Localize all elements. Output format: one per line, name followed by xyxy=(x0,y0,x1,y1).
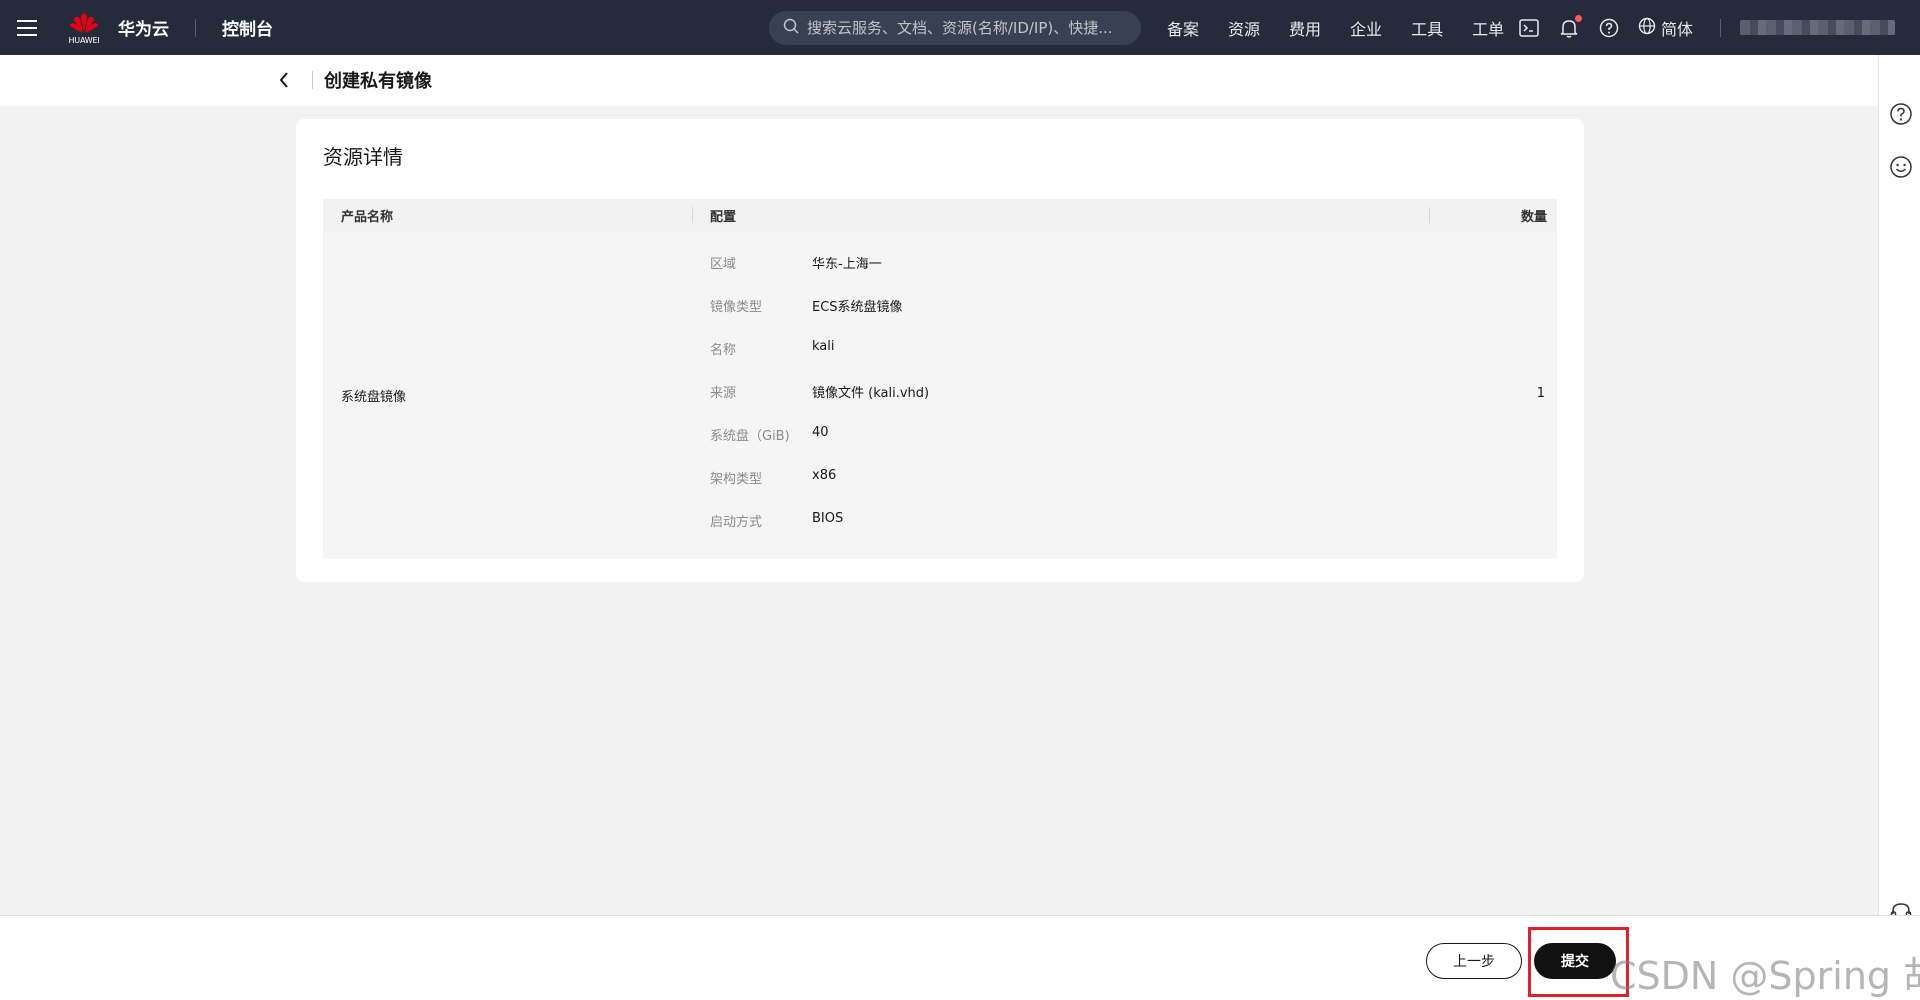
nav-item-enterprise[interactable]: 企业 xyxy=(1350,16,1382,40)
column-divider xyxy=(1429,207,1430,223)
global-search[interactable] xyxy=(769,11,1141,45)
config-item-system-disk: 系统盘（GiB) 40 xyxy=(710,425,929,468)
config-value: ECS系统盘镜像 xyxy=(812,300,903,315)
config-list: 区域 华东-上海一 镜像类型 ECS系统盘镜像 名称 kali 来源 镜像文件 … xyxy=(710,253,929,554)
language-switch[interactable]: 简体 xyxy=(1638,16,1693,40)
nav-item-billing[interactable]: 费用 xyxy=(1289,16,1321,40)
nav-item-filing[interactable]: 备案 xyxy=(1167,16,1199,40)
search-input[interactable] xyxy=(807,19,1127,37)
config-item-source: 来源 镜像文件 (kali.vhd) xyxy=(710,382,929,425)
bell-icon[interactable] xyxy=(1558,14,1582,39)
resource-details-card: 资源详情 产品名称 配置 数量 系统盘镜像 区域 华东-上海一 镜像类型 ECS… xyxy=(296,119,1584,582)
column-header-config: 配置 xyxy=(710,209,737,225)
help-icon[interactable] xyxy=(1598,17,1620,39)
top-nav-menu: 备案 资源 费用 企业 工具 工单 xyxy=(1167,0,1533,55)
menu-icon[interactable] xyxy=(0,0,54,55)
nav-item-tools[interactable]: 工具 xyxy=(1411,16,1443,40)
config-item-region: 区域 华东-上海一 xyxy=(710,253,929,296)
right-tool-rail xyxy=(1878,55,1920,922)
quantity-cell: 1 xyxy=(1536,386,1545,401)
product-name-cell: 系统盘镜像 xyxy=(341,390,407,405)
config-item-image-type: 镜像类型 ECS系统盘镜像 xyxy=(710,296,929,339)
config-value: 40 xyxy=(812,425,829,440)
help-icon[interactable] xyxy=(1889,102,1913,126)
divider xyxy=(1720,19,1721,37)
brand-name: 华为云 xyxy=(118,20,169,40)
table-row: 系统盘镜像 区域 华东-上海一 镜像类型 ECS系统盘镜像 名称 kali 来源… xyxy=(323,231,1557,559)
watermark: CSDN @Spring 胡 xyxy=(1610,954,1920,998)
config-key: 来源 xyxy=(710,386,737,401)
table-header: 产品名称 配置 数量 xyxy=(323,199,1557,231)
config-value: 华东-上海一 xyxy=(812,257,882,272)
config-key: 区域 xyxy=(710,257,737,272)
language-label: 简体 xyxy=(1661,19,1694,39)
config-item-name: 名称 kali xyxy=(710,339,929,382)
back-arrow-icon[interactable] xyxy=(274,68,294,92)
notification-dot xyxy=(1575,14,1582,22)
top-icon-group: 简体 xyxy=(1518,0,1693,55)
console-link[interactable]: 控制台 xyxy=(222,15,273,40)
user-account-blurred[interactable] xyxy=(1740,20,1895,35)
nav-item-resources[interactable]: 资源 xyxy=(1228,16,1260,40)
brand-logo[interactable]: HUAWEI 华为云 xyxy=(64,6,169,50)
column-header-quantity: 数量 xyxy=(1520,209,1547,225)
config-key: 名称 xyxy=(710,343,737,358)
terminal-icon[interactable] xyxy=(1518,17,1540,39)
huawei-logo-icon: HUAWEI xyxy=(64,6,104,50)
config-key: 镜像类型 xyxy=(710,300,763,315)
column-header-product: 产品名称 xyxy=(341,209,394,225)
previous-step-button[interactable]: 上一步 xyxy=(1426,943,1522,979)
config-key: 启动方式 xyxy=(710,515,763,530)
config-item-boot-mode: 启动方式 BIOS xyxy=(710,511,929,554)
config-key: 系统盘（GiB) xyxy=(710,429,790,444)
column-divider xyxy=(692,207,693,223)
config-value: 镜像文件 (kali.vhd) xyxy=(812,386,930,401)
config-key: 架构类型 xyxy=(710,472,763,487)
config-value: x86 xyxy=(812,468,837,483)
search-icon xyxy=(783,18,799,38)
page-title: 创建私有镜像 xyxy=(324,71,432,92)
brand-small-text: HUAWEI xyxy=(68,35,100,45)
page-header: 创建私有镜像 xyxy=(0,55,1878,106)
globe-icon xyxy=(1638,17,1656,39)
resource-table: 产品名称 配置 数量 系统盘镜像 区域 华东-上海一 镜像类型 ECS系统盘镜像… xyxy=(323,199,1557,559)
config-item-architecture: 架构类型 x86 xyxy=(710,468,929,511)
section-title: 资源详情 xyxy=(323,145,403,169)
nav-item-tickets[interactable]: 工单 xyxy=(1472,16,1504,40)
feedback-smile-icon[interactable] xyxy=(1889,155,1913,179)
divider xyxy=(312,71,313,89)
config-value: BIOS xyxy=(812,511,844,526)
top-navbar: HUAWEI 华为云 控制台 备案 资源 费用 企业 工具 工单 xyxy=(0,0,1920,55)
config-value: kali xyxy=(812,339,835,354)
divider xyxy=(195,18,196,37)
